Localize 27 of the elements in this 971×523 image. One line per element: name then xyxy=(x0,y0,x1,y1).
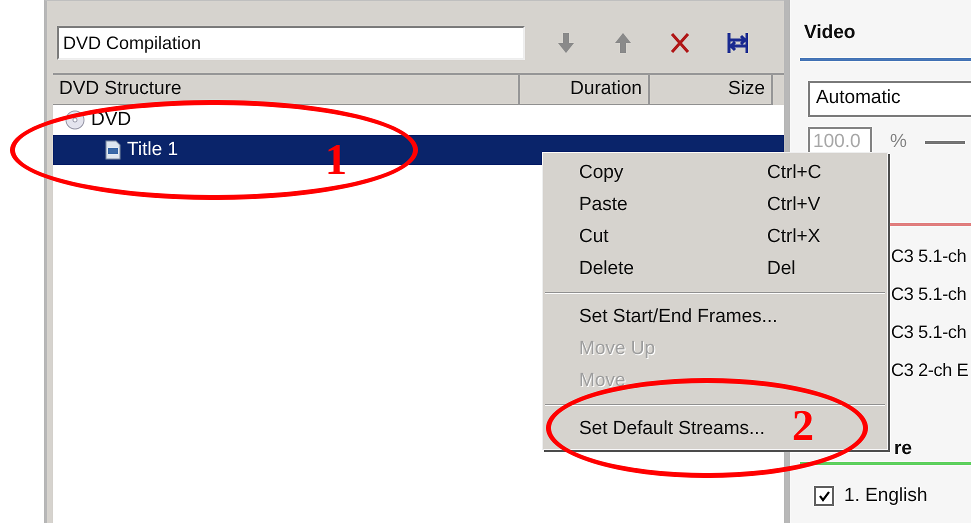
tree-label: Title 1 xyxy=(127,139,178,161)
section-title: Video xyxy=(803,22,856,45)
name-field[interactable]: DVD Compilation xyxy=(57,26,525,60)
column-header[interactable]: Duration xyxy=(520,75,650,105)
close-icon[interactable] xyxy=(669,31,691,55)
check-icon xyxy=(818,490,830,502)
column-header[interactable]: Size xyxy=(650,75,773,105)
stream-label: C3 2-ch E xyxy=(891,360,970,382)
document-icon xyxy=(105,140,121,160)
menu-item[interactable]: Set Start/End Frames... xyxy=(543,301,784,333)
stream-label: C3 5.1-ch xyxy=(891,246,968,268)
menu-item[interactable]: Cut Ctrl+X xyxy=(543,221,887,253)
disc-icon xyxy=(65,110,85,130)
column-header[interactable]: DVD Structure xyxy=(53,75,520,105)
slider-track[interactable] xyxy=(924,140,965,144)
annotation-number: 2 xyxy=(792,404,814,448)
menu-item[interactable]: Delete Del xyxy=(543,253,887,285)
unit-label: % xyxy=(890,131,907,153)
section-title: re xyxy=(893,438,913,461)
checkbox-label: 1. English xyxy=(844,485,928,507)
mode-dropdown[interactable]: Automatic xyxy=(808,81,971,117)
stream-label: C3 5.1-ch xyxy=(891,284,968,306)
checkbox[interactable] xyxy=(814,486,834,506)
menu-item[interactable]: Set Default Streams... xyxy=(543,413,771,445)
menu-item[interactable]: Paste Ctrl+V xyxy=(543,189,887,221)
bracket-arrows-icon[interactable] xyxy=(726,31,748,55)
stream-label: C3 5.1-ch xyxy=(891,322,968,344)
